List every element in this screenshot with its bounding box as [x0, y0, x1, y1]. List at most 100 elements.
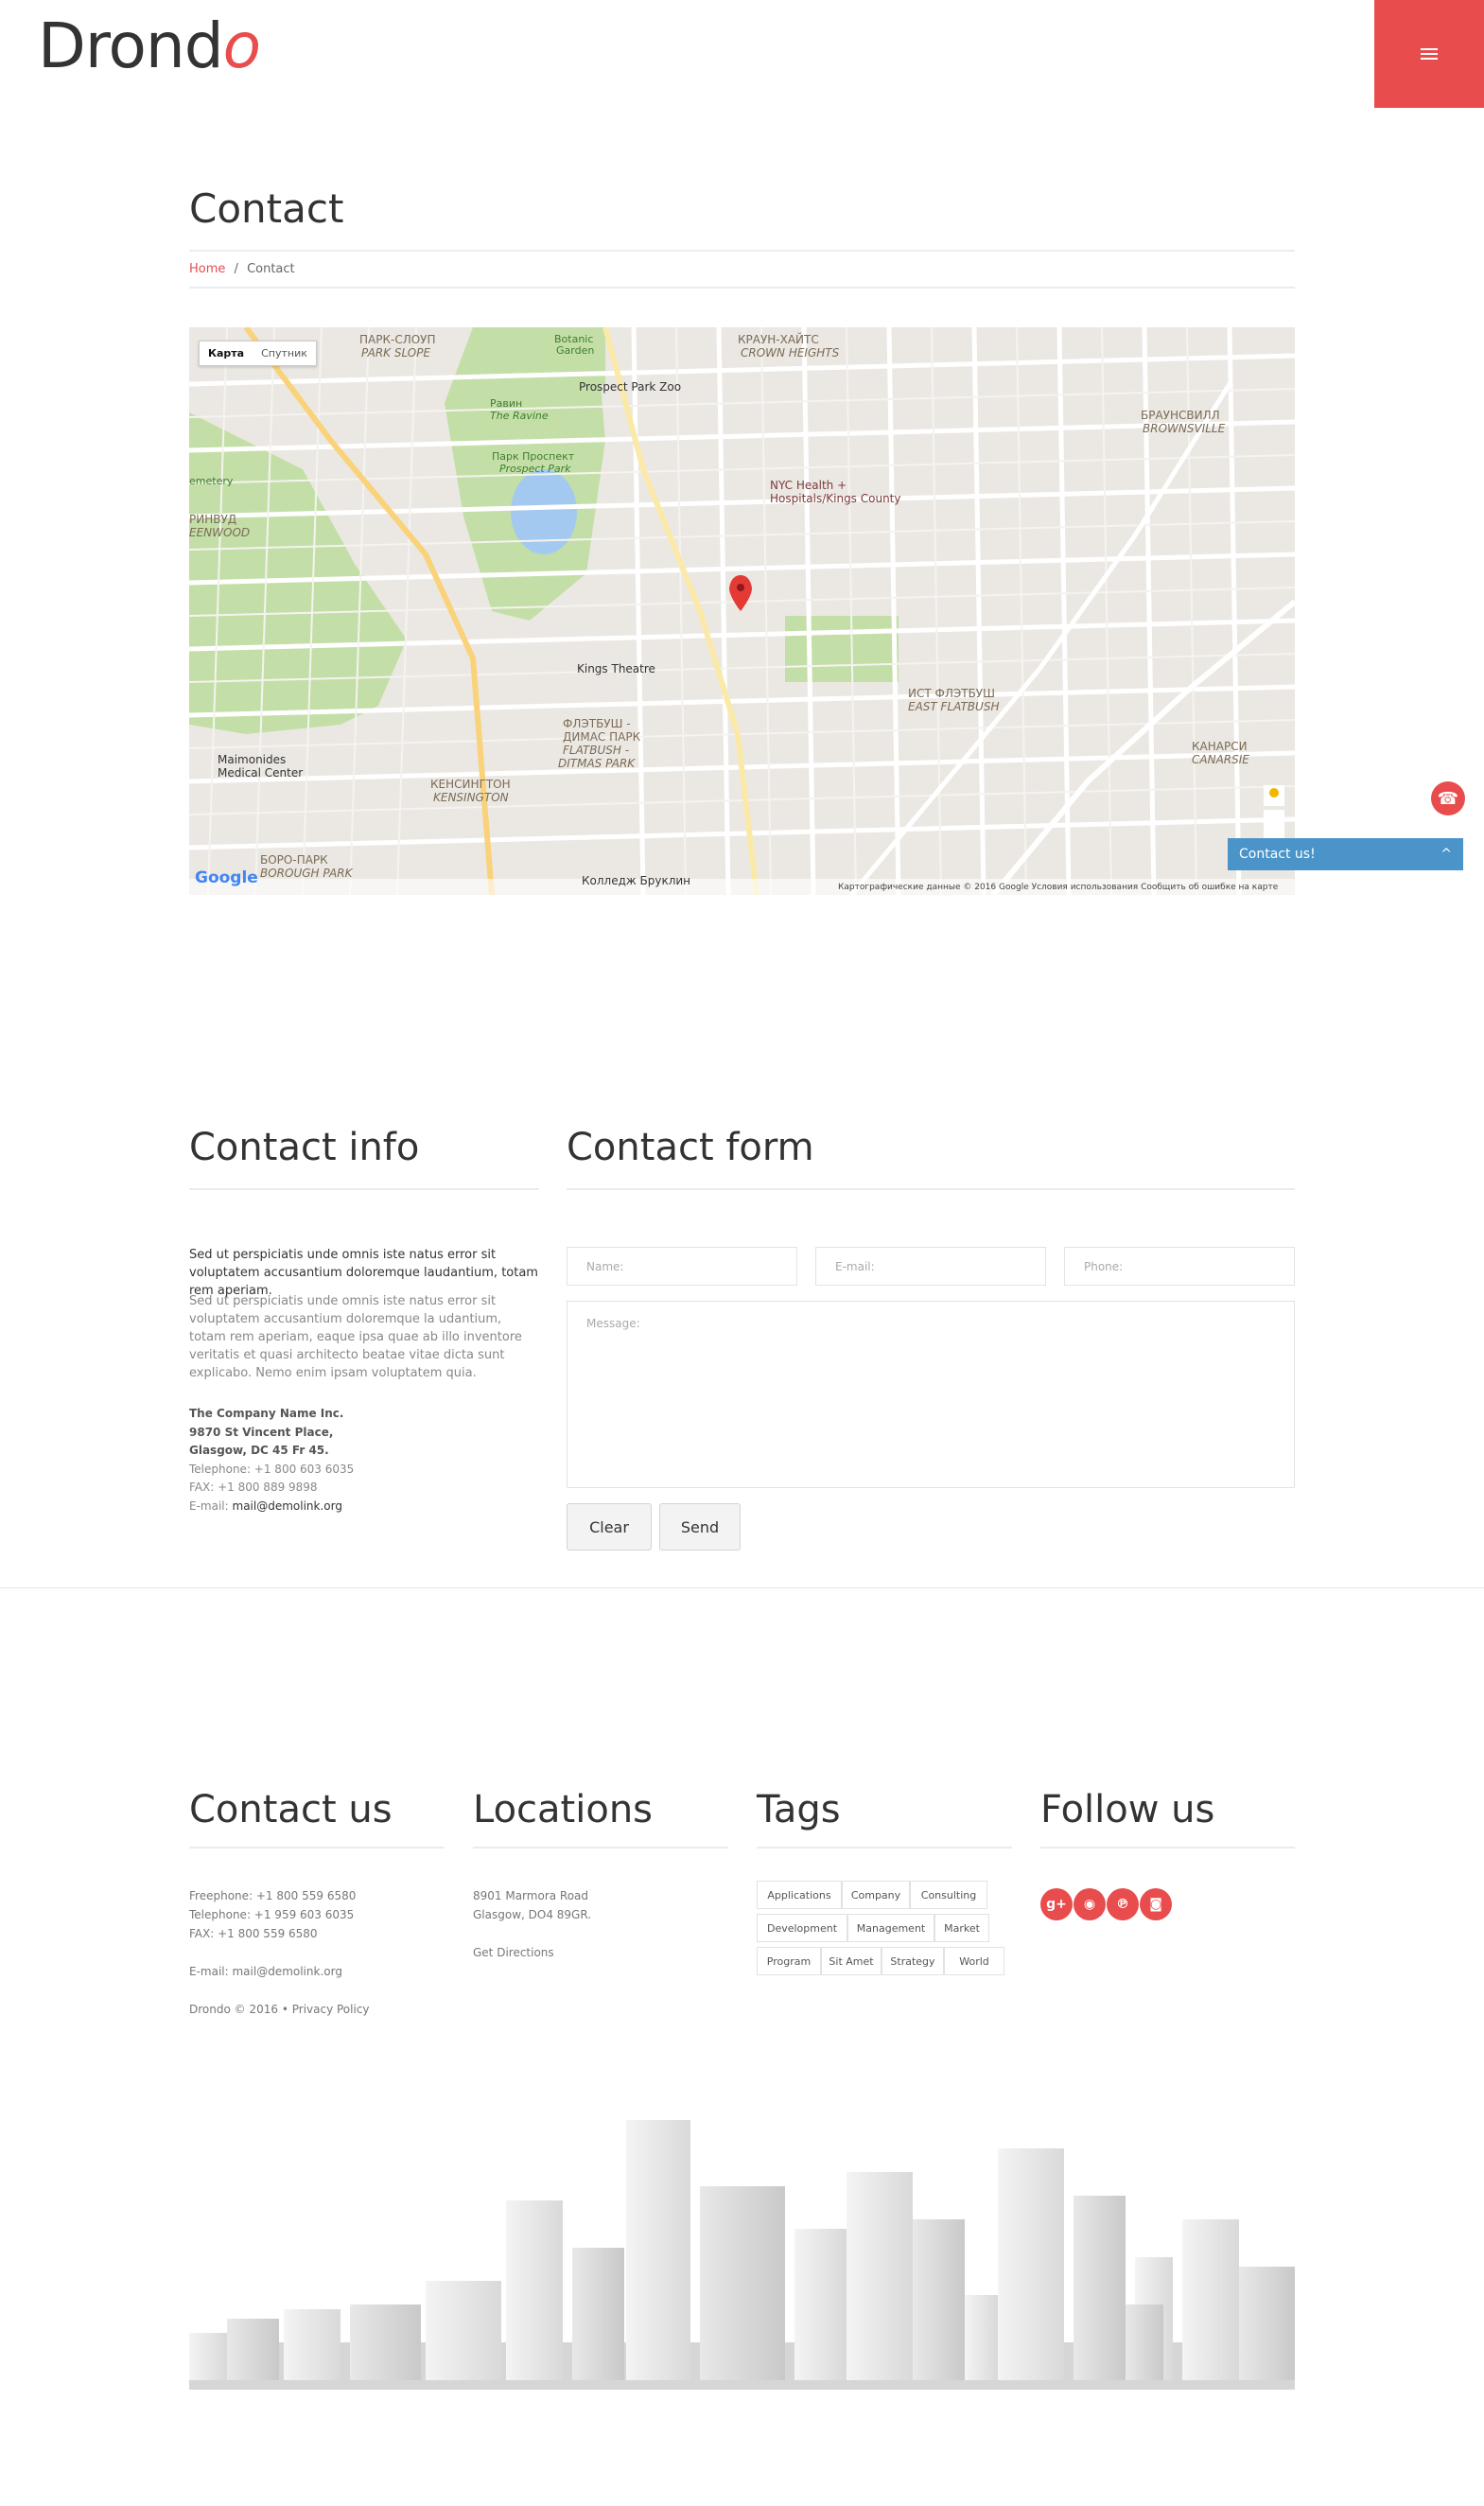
breadcrumb: Home / Contact — [189, 262, 295, 276]
map-label: Medical Center — [218, 766, 304, 780]
google-plus-icon[interactable]: g+ — [1040, 1888, 1073, 1920]
breadcrumb-home[interactable]: Home — [189, 262, 225, 276]
map-label: Prospect Park Zoo — [579, 380, 682, 394]
map-label: KENSINGTON — [433, 791, 509, 804]
locations-details: 8901 Marmora Road Glasgow, DO4 89GR. Get… — [473, 1886, 591, 1962]
tag-development[interactable]: Development — [757, 1914, 847, 1942]
divider — [1040, 1847, 1295, 1849]
breadcrumb-current: Contact — [247, 262, 295, 276]
telephone: Telephone: +1 959 603 6035 — [189, 1908, 355, 1921]
tab-satellite[interactable]: Спутник — [253, 342, 316, 365]
freephone: Freephone: +1 800 559 6580 — [189, 1889, 357, 1902]
divider — [473, 1847, 728, 1849]
google-logo: Google — [195, 868, 258, 887]
phone-circle-button[interactable]: ☎ — [1431, 781, 1465, 815]
map-label: EENWOOD — [189, 526, 251, 539]
company-city: Glasgow, DC 45 Fr 45. — [189, 1444, 329, 1457]
company-address: The Company Name Inc. 9870 St Vincent Pl… — [189, 1405, 539, 1516]
divider — [567, 1188, 1295, 1190]
tag-consulting[interactable]: Consulting — [910, 1881, 987, 1909]
divider — [189, 1847, 445, 1849]
map-label: CANARSIE — [1192, 753, 1249, 766]
map-label: CROWN HEIGHTS — [741, 346, 840, 359]
map-label: ДИМАС ПАРК — [563, 730, 641, 744]
tag-sit-amet[interactable]: Sit Amet — [821, 1947, 882, 1975]
map-label: КРАУН-ХАЙТС — [738, 333, 819, 346]
send-button[interactable]: Send — [659, 1503, 741, 1551]
clear-button[interactable]: Clear — [567, 1503, 652, 1551]
map-label: ПАРК-СЛОУП — [359, 333, 436, 346]
email-input[interactable]: E-mail: — [815, 1247, 1046, 1286]
map-label: КАНАРСИ — [1192, 740, 1248, 753]
map[interactable]: ПАРК-СЛОУП PARK SLOPE КРАУН-ХАЙТС CROWN … — [189, 327, 1295, 895]
divider — [189, 287, 1295, 289]
logo-accent: o — [222, 9, 261, 82]
tab-map[interactable]: Карта — [200, 342, 253, 365]
copyright-year: © 2016 • — [234, 2003, 288, 2016]
pinterest-icon[interactable]: ℗ — [1107, 1888, 1139, 1920]
locations-heading: Locations — [473, 1788, 654, 1831]
map-label: FLATBUSH - — [563, 744, 630, 757]
tags-heading: Tags — [757, 1788, 841, 1831]
copyright-brand: Drondo — [189, 2003, 231, 2016]
map-label: NYC Health + — [770, 479, 847, 492]
map-label: PARK SLOPE — [361, 346, 431, 359]
map-label: Hospitals/Kings County — [770, 492, 901, 505]
map-label: Prospect Park — [499, 463, 571, 475]
menu-button[interactable] — [1374, 0, 1484, 108]
tag-management[interactable]: Management — [847, 1914, 934, 1942]
map-label: BROWNSVILLE — [1143, 422, 1226, 435]
email-label: E-mail: — [189, 1498, 229, 1513]
rss-icon[interactable]: ◉ — [1074, 1888, 1106, 1920]
map-type-toggle: Карта Спутник — [199, 341, 317, 366]
copyright: Drondo © 2016 • Privacy Policy — [189, 2000, 370, 2019]
map-label: БРАУНСВИЛЛ — [1141, 409, 1220, 422]
company-fax: FAX: +1 800 889 9898 — [189, 1481, 318, 1494]
get-directions-link[interactable]: Get Directions — [473, 1943, 591, 1962]
contact-info-body: Sed ut perspiciatis unde omnis iste natu… — [189, 1294, 522, 1380]
hamburger-icon — [1421, 45, 1438, 62]
divider — [757, 1847, 1012, 1849]
message-textarea[interactable]: Message: — [567, 1301, 1295, 1488]
fax: FAX: +1 800 559 6580 — [189, 1927, 318, 1940]
map-label: КЕНСИНГТОН — [430, 778, 511, 791]
map-label: Равин — [490, 397, 523, 410]
company-name: The Company Name Inc. — [189, 1407, 344, 1420]
map-label: ИСТ ФЛЭТБУШ — [908, 687, 995, 700]
tag-world[interactable]: World — [944, 1947, 1004, 1975]
map-label: БОРО-ПАРК — [260, 853, 328, 867]
map-label: ФЛЭТБУШ - — [563, 717, 631, 730]
map-label: emetery — [189, 475, 234, 487]
tag-company[interactable]: Company — [842, 1881, 910, 1909]
name-input[interactable]: Name: — [567, 1247, 797, 1286]
map-label: The Ravine — [490, 410, 549, 422]
contact-us-widget[interactable]: Contact us! ^ — [1228, 838, 1463, 870]
instagram-icon[interactable]: ◙ — [1140, 1888, 1172, 1920]
chevron-up-icon: ^ — [1440, 847, 1452, 862]
footer-contact-details: Freephone: +1 800 559 6580 Telephone: +1… — [189, 1886, 370, 2019]
footer-contact-heading: Contact us — [189, 1788, 393, 1831]
location-line2: Glasgow, DO4 89GR. — [473, 1908, 592, 1921]
map-label: EAST FLATBUSH — [908, 700, 1000, 713]
tag-strategy[interactable]: Strategy — [882, 1947, 944, 1975]
map-label: DITMAS PARK — [558, 757, 636, 770]
phone-input[interactable]: Phone: — [1064, 1247, 1295, 1286]
tag-market[interactable]: Market — [934, 1914, 989, 1942]
footer-email[interactable]: E-mail: mail@demolink.org — [189, 1962, 370, 1981]
logo[interactable]: Drondo — [38, 9, 261, 82]
tag-applications[interactable]: Applications — [757, 1881, 842, 1909]
map-label: Kings Theatre — [577, 662, 655, 675]
location-line1: 8901 Marmora Road — [473, 1889, 589, 1902]
map-label: Колледж Бруклин — [582, 874, 691, 887]
tag-program[interactable]: Program — [757, 1947, 821, 1975]
privacy-link[interactable]: Privacy Policy — [292, 2003, 370, 2016]
map-canvas — [189, 327, 1295, 895]
divider — [189, 1188, 539, 1190]
map-attribution[interactable]: Картографические данные © 2016 Google Ус… — [838, 883, 1278, 892]
map-label: РИНВУД — [189, 513, 237, 526]
section-divider — [0, 1587, 1484, 1588]
follow-heading: Follow us — [1040, 1788, 1215, 1831]
divider — [189, 250, 1295, 252]
company-telephone: Telephone: +1 800 603 6035 — [189, 1462, 355, 1476]
email-link[interactable]: mail@demolink.org — [233, 1499, 342, 1513]
